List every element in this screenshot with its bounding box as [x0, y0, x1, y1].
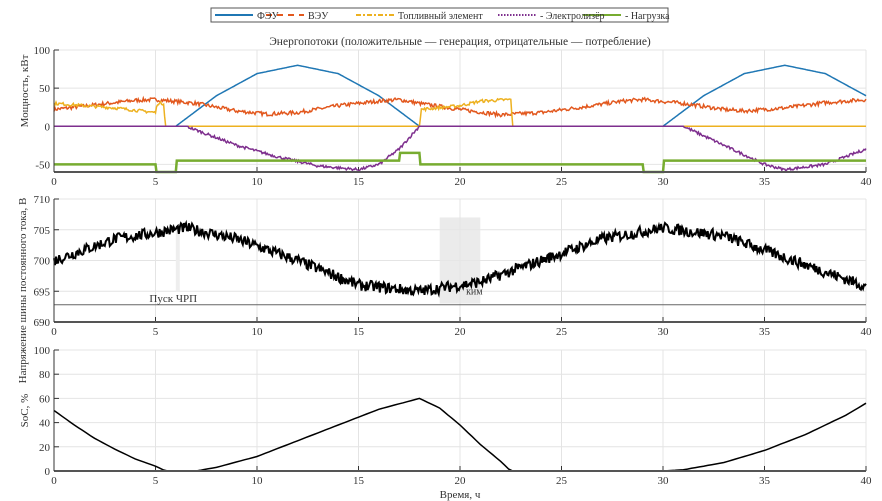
figure-canvas: 0 5 10 15 20 25 30 35 40-50050100Энергопотоки (п… — [17, 7, 873, 501]
y-tick-label: 100 — [34, 345, 51, 357]
legend-label: - Электролизёр — [540, 11, 605, 22]
x-tick-label: 35 — [759, 326, 771, 338]
x-tick-label: 10 — [252, 326, 264, 338]
x-tick-label: 0 — [51, 176, 57, 188]
x-tick-label: 25 — [556, 326, 568, 338]
x-tick-label: 40 — [861, 176, 873, 188]
x-tick-label: 20 — [455, 176, 467, 188]
y-tick-label: 705 — [34, 225, 51, 237]
chart-title: Энергопотоки (положительные — генерация,… — [269, 36, 651, 48]
x-tick-label: 30 — [658, 326, 670, 338]
y-tick-label: 20 — [39, 442, 51, 454]
x-tick-label: 20 — [455, 475, 467, 487]
x-tick-label: 10 — [252, 176, 264, 188]
x-tick-label: 15 — [353, 176, 365, 188]
y-axis-label: Мощность, кВт — [19, 54, 31, 127]
y-axis-label: SoC, % — [19, 394, 31, 428]
y-tick-label: 40 — [39, 418, 51, 430]
legend-label: ФЭУ — [257, 11, 280, 22]
subplot-3 — [53, 349, 867, 472]
legend-label: - Нагрузка — [625, 11, 670, 22]
y-tick-label: 695 — [34, 286, 51, 298]
x-axis-label: Время, ч — [440, 489, 481, 501]
threshold-label: Пуск ЧРП — [149, 293, 197, 305]
y-tick-label: 80 — [39, 369, 51, 381]
x-tick-label: 30 — [658, 475, 670, 487]
y-axis-label: Напряжение шины постоянного тока, В — [17, 198, 29, 384]
x-tick-label: 35 — [759, 475, 771, 487]
x-tick-label: 35 — [759, 176, 771, 188]
x-tick-label: 5 — [153, 475, 159, 487]
y-tick-label: 50 — [39, 83, 51, 95]
y-tick-label: 60 — [39, 393, 51, 405]
x-tick-label: 0 — [51, 326, 57, 338]
x-tick-label: 0 — [51, 475, 57, 487]
x-tick-label: 25 — [556, 176, 568, 188]
y-tick-label: 690 — [34, 317, 51, 329]
highlight-region — [175, 229, 180, 292]
y-tick-label: 700 — [34, 256, 51, 268]
y-tick-label: 100 — [34, 45, 51, 57]
x-tick-label: 15 — [353, 326, 365, 338]
x-tick-label: 15 — [353, 475, 365, 487]
x-tick-label: 5 — [153, 176, 159, 188]
legend-label: Топливный элемент — [398, 11, 483, 22]
x-tick-label: 20 — [455, 326, 467, 338]
x-tick-label: 10 — [252, 475, 264, 487]
figure: 0 5 10 15 20 25 30 35 40 -50 0 50 100 Энергопотоки (п… — [0, 0, 882, 501]
x-tick-label: 25 — [556, 475, 568, 487]
x-tick-label: 40 — [861, 326, 873, 338]
x-tick-label: 40 — [861, 475, 873, 487]
subplot-1 — [53, 49, 867, 174]
y-tick-label: 0 — [45, 466, 51, 478]
legend-label: ВЭУ — [308, 11, 329, 22]
y-tick-label: -50 — [35, 159, 50, 171]
x-tick-label: 5 — [153, 326, 159, 338]
annotation-label: ким — [466, 286, 483, 297]
x-tick-label: 30 — [658, 176, 670, 188]
y-tick-label: 710 — [34, 194, 51, 206]
y-tick-label: 0 — [45, 121, 51, 133]
